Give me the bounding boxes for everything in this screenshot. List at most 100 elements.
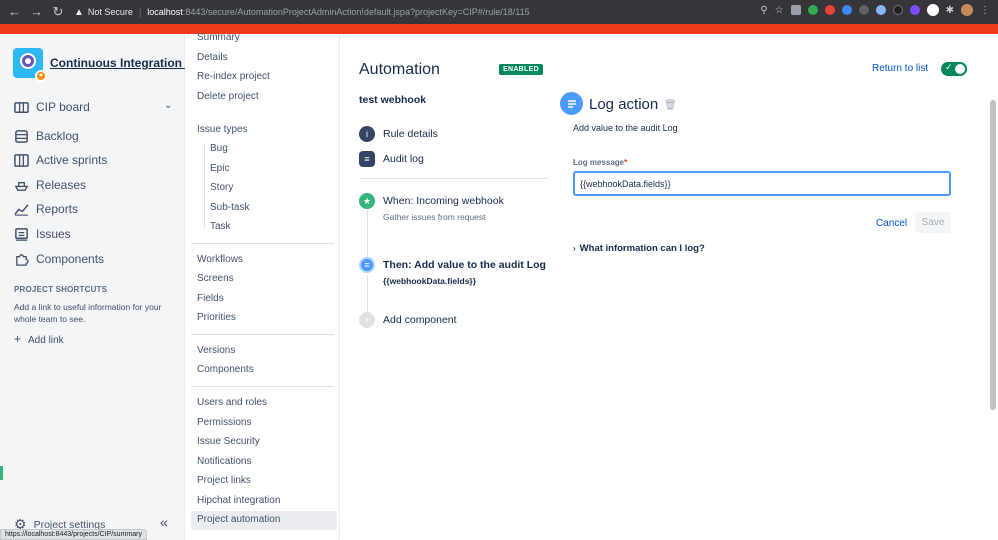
sidebar-item-backlog[interactable]: Backlog xyxy=(14,127,79,145)
rule-details-link[interactable]: i Rule details xyxy=(359,126,438,142)
collapse-sidebar-icon[interactable]: « xyxy=(160,514,168,530)
nav-issue-types[interactable]: Issue types xyxy=(197,124,248,135)
nav-permissions[interactable]: Permissions xyxy=(197,417,251,428)
nav-workflows[interactable]: Workflows xyxy=(197,254,243,265)
nav-priorities[interactable]: Priorities xyxy=(197,312,236,323)
nav-reindex[interactable]: Re-index project xyxy=(197,71,270,82)
settings-nav: Summary Details Re-index project Delete … xyxy=(185,32,340,540)
action-value: {{webhookData.fields}} xyxy=(383,276,477,286)
trigger-step[interactable]: When: Incoming webhook xyxy=(383,195,504,207)
audit-log-link[interactable]: ≡ Audit log xyxy=(359,151,424,167)
divider xyxy=(191,334,334,335)
sidebar-item-label: Components xyxy=(36,252,105,266)
trigger-description: Gather issues from request xyxy=(383,212,486,222)
nav-details[interactable]: Details xyxy=(197,52,228,63)
profile-icon[interactable] xyxy=(926,4,939,16)
extension-icon[interactable] xyxy=(892,5,903,15)
star-icon[interactable]: ☆ xyxy=(775,5,784,16)
puzzle-icon[interactable]: ✱ xyxy=(946,5,954,16)
return-to-list-link[interactable]: Return to list xyxy=(872,63,928,74)
extension-icon[interactable] xyxy=(858,5,869,15)
sidebar-item-label: Active sprints xyxy=(36,153,108,167)
extensions-area: ⚲ ☆ ✱ ⋮ xyxy=(760,4,990,16)
extension-icon[interactable] xyxy=(841,5,852,15)
backlog-icon xyxy=(15,129,28,143)
divider xyxy=(359,178,548,179)
webhook-icon: ★ xyxy=(359,193,375,209)
forward-icon[interactable]: → xyxy=(30,4,43,20)
add-link-button[interactable]: + Add link xyxy=(14,332,64,346)
nav-fields[interactable]: Fields xyxy=(197,293,224,304)
extension-icon[interactable] xyxy=(875,5,886,15)
extension-icon[interactable] xyxy=(909,5,920,15)
nav-project-automation[interactable]: Project automation xyxy=(197,514,280,525)
check-icon: ✓ xyxy=(945,62,953,72)
tree-line xyxy=(204,144,205,228)
nav-versions[interactable]: Versions xyxy=(197,345,235,356)
nav-screens[interactable]: Screens xyxy=(197,273,234,284)
sidebar-item-label: Releases xyxy=(36,178,87,192)
cancel-button[interactable]: Cancel xyxy=(870,213,913,233)
board-label: CIP board xyxy=(36,100,90,114)
nav-issue-type-story[interactable]: Story xyxy=(210,182,233,193)
nav-users-roles[interactable]: Users and roles xyxy=(197,397,267,408)
nav-issue-type-epic[interactable]: Epic xyxy=(210,163,229,174)
sidebar-item-reports[interactable]: Reports xyxy=(14,200,78,218)
add-link-label: Add link xyxy=(28,335,64,346)
panel-description: Add value to the audit Log xyxy=(573,123,678,133)
scrollbar[interactable] xyxy=(990,100,996,410)
sidebar-item-components[interactable]: Components xyxy=(14,250,104,268)
address-bar[interactable]: ▲ Not Secure | localhost:8443/secure/Aut… xyxy=(74,3,530,21)
nav-hipchat[interactable]: Hipchat integration xyxy=(197,495,280,506)
rule-enabled-toggle[interactable]: ✓ xyxy=(941,62,967,76)
avatar[interactable] xyxy=(961,4,973,16)
nav-issue-type-bug[interactable]: Bug xyxy=(210,143,228,154)
project-name[interactable]: Continuous Integration ... xyxy=(50,56,195,70)
menu-icon[interactable]: ⋮ xyxy=(980,5,990,16)
rule-details-label: Rule details xyxy=(383,128,438,140)
sidebar-item-label: Reports xyxy=(36,202,79,216)
sidebar-item-label: Backlog xyxy=(36,129,79,143)
extension-icon[interactable] xyxy=(824,5,835,15)
nav-summary[interactable]: Summary xyxy=(197,32,240,43)
board-selector[interactable]: CIP board ⌄ xyxy=(14,98,172,116)
divider xyxy=(191,243,334,244)
nav-project-links[interactable]: Project links xyxy=(197,475,251,486)
log-message-input[interactable] xyxy=(573,171,951,196)
extension-icon[interactable] xyxy=(807,5,818,15)
warning-icon: ▲ xyxy=(74,6,84,18)
save-button[interactable]: Save xyxy=(915,212,951,233)
zoom-icon[interactable]: ⚲ xyxy=(760,5,767,16)
action-step[interactable]: Then: Add value to the audit Log xyxy=(383,259,546,271)
nav-issue-security[interactable]: Issue Security xyxy=(197,436,260,447)
nav-delete-project[interactable]: Delete project xyxy=(197,91,259,102)
trash-icon[interactable]: 🗑 xyxy=(664,100,677,111)
required-marker: * xyxy=(624,158,628,167)
plus-icon: + xyxy=(359,312,375,328)
issues-icon xyxy=(15,227,28,241)
browser-toolbar: ← → ↻ ▲ Not Secure | localhost:8443/secu… xyxy=(0,0,998,24)
url-host: localhost xyxy=(147,7,183,17)
nav-issue-type-subtask[interactable]: Sub-task xyxy=(210,202,249,213)
log-message-label: Log message* xyxy=(573,158,628,167)
announcement-banner xyxy=(0,24,998,34)
extension-icon[interactable] xyxy=(790,5,801,15)
chart-icon xyxy=(14,203,29,216)
log-icon: ≡ xyxy=(359,151,375,167)
sidebar-item-releases[interactable]: Releases xyxy=(14,176,86,194)
edge-indicator xyxy=(0,466,3,480)
puzzle-icon xyxy=(16,253,29,266)
sidebar-item-issues[interactable]: Issues xyxy=(14,225,71,243)
nav-issue-type-task[interactable]: Task xyxy=(210,221,231,232)
sidebar-item-active-sprints[interactable]: Active sprints xyxy=(14,151,107,169)
add-component-button[interactable]: Add component xyxy=(383,314,457,326)
nav-components[interactable]: Components xyxy=(197,364,254,375)
timeline-connector xyxy=(367,275,368,313)
plus-icon: + xyxy=(14,332,22,346)
reload-icon[interactable]: ↻ xyxy=(52,4,64,20)
back-icon[interactable]: ← xyxy=(8,4,21,20)
shortcuts-heading: PROJECT SHORTCUTS xyxy=(14,285,108,294)
info-icon: i xyxy=(359,126,375,142)
nav-notifications[interactable]: Notifications xyxy=(197,456,251,467)
info-expander[interactable]: › What information can I log? xyxy=(573,243,705,254)
